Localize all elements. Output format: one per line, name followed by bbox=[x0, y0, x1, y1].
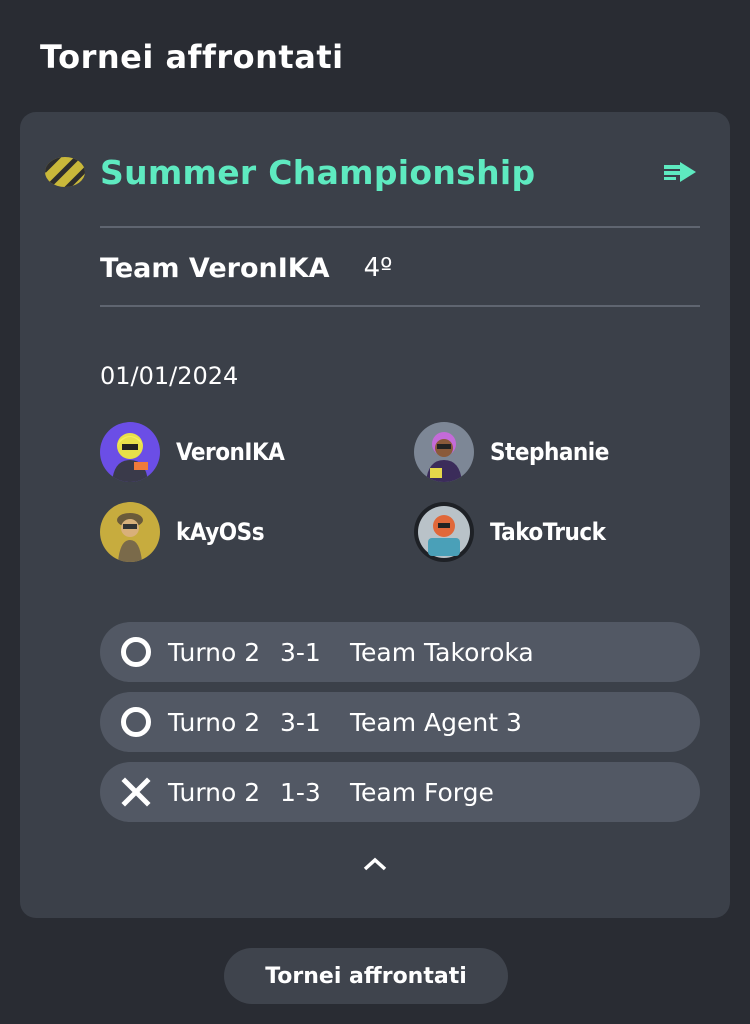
divider bbox=[100, 226, 700, 228]
open-tournament-button[interactable] bbox=[660, 157, 700, 187]
circle-icon bbox=[121, 707, 151, 737]
player-item[interactable]: TakoTruck bbox=[414, 502, 606, 562]
match-score: 1-3 bbox=[280, 777, 321, 807]
tournaments-button[interactable]: Tornei affrontati bbox=[224, 948, 508, 1004]
tournament-card: Summer Championship Team VeronIKA 4º 01/… bbox=[20, 112, 730, 918]
match-row[interactable]: Turno 2 3-1 Team Takoroka bbox=[100, 622, 700, 682]
team-placement: 4º bbox=[363, 253, 393, 283]
tournament-badge-icon bbox=[45, 157, 85, 187]
match-score: 3-1 bbox=[280, 707, 321, 737]
team-row: Team VeronIKA 4º bbox=[100, 244, 392, 292]
match-opponent: Team Forge bbox=[350, 777, 494, 807]
tournament-header[interactable]: Summer Championship bbox=[44, 150, 700, 194]
player-name: TakoTruck bbox=[490, 518, 606, 546]
team-name: Team VeronIKA bbox=[100, 252, 330, 284]
avatar bbox=[414, 422, 474, 482]
avatar bbox=[100, 422, 160, 482]
match-row[interactable]: Turno 2 1-3 Team Forge bbox=[100, 762, 700, 822]
match-round: Turno 2 bbox=[168, 777, 261, 807]
chevron-up-icon bbox=[363, 857, 387, 871]
arrow-right-icon bbox=[664, 162, 696, 182]
tournament-date: 01/01/2024 bbox=[100, 362, 239, 390]
avatar bbox=[100, 502, 160, 562]
match-round: Turno 2 bbox=[168, 637, 261, 667]
match-opponent: Team Agent 3 bbox=[350, 707, 522, 737]
collapse-button[interactable] bbox=[355, 850, 395, 878]
cross-icon bbox=[121, 777, 151, 807]
match-round: Turno 2 bbox=[168, 707, 261, 737]
player-item[interactable]: VeronIKA bbox=[100, 422, 285, 482]
player-item[interactable]: kAyOSs bbox=[100, 502, 265, 562]
player-name: VeronIKA bbox=[176, 438, 285, 466]
match-score: 3-1 bbox=[280, 637, 321, 667]
avatar bbox=[414, 502, 474, 562]
player-name: kAyOSs bbox=[176, 518, 265, 546]
divider bbox=[100, 305, 700, 307]
tournament-name[interactable]: Summer Championship bbox=[100, 153, 660, 192]
player-item[interactable]: Stephanie bbox=[414, 422, 609, 482]
player-name: Stephanie bbox=[490, 438, 609, 466]
match-opponent: Team Takoroka bbox=[350, 637, 534, 667]
match-row[interactable]: Turno 2 3-1 Team Agent 3 bbox=[100, 692, 700, 752]
section-title: Tornei affrontati bbox=[40, 38, 344, 76]
circle-icon bbox=[121, 637, 151, 667]
